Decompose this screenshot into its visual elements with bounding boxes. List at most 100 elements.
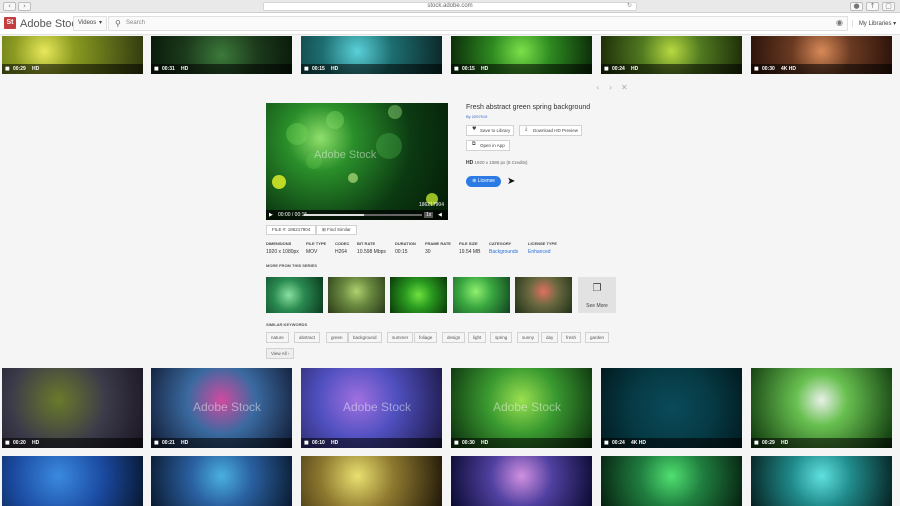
back-icon[interactable]: ‹ (3, 2, 16, 11)
keyword-tag[interactable]: foliage (414, 332, 438, 343)
meta-label: LICENSE TYPE (528, 241, 557, 246)
keyword-tag[interactable]: garden (585, 332, 610, 343)
thumbnail-info-bar: ■ 00:30 HD (451, 438, 592, 448)
quality-badge: HD (331, 440, 339, 446)
video-thumbnail[interactable]: Adobe Stock ■ 00:10 HD (301, 368, 442, 448)
previous-icon[interactable]: ‹ (596, 83, 599, 92)
keyword-tag[interactable]: background (348, 332, 382, 343)
video-thumbnail[interactable]: Adobe Stock ■ 00:21 HD (151, 368, 292, 448)
url-text: stock.adobe.com (427, 3, 473, 9)
video-thumbnail[interactable]: ■ 00:29 HD (2, 36, 143, 74)
keyword-tag[interactable]: spring (490, 332, 513, 343)
adobe-stock-logo[interactable]: St (4, 17, 16, 29)
meta-value: 19.54 MB (459, 249, 481, 255)
series-thumbnail[interactable] (515, 277, 572, 313)
open-in-app-button[interactable]: ⧉ Open in App (466, 140, 510, 151)
keyword-tag[interactable]: summer (387, 332, 414, 343)
video-thumbnail[interactable]: ■ 00:24 4K HD (601, 368, 742, 448)
video-controls: ▶ 00:00 / 00:15 1x ◀ (266, 210, 448, 220)
video-thumbnail[interactable]: Adobe Stock ■ 00:30 HD (451, 368, 592, 448)
video-camera-icon: ■ (754, 440, 759, 446)
next-icon[interactable]: › (609, 83, 612, 92)
adobe-stock-watermark: Adobe Stock (343, 400, 412, 414)
keyword-tag[interactable]: green (326, 332, 348, 343)
reload-icon[interactable]: ↻ (627, 3, 632, 10)
video-thumbnail[interactable] (601, 456, 742, 506)
see-more-label: See More (586, 303, 608, 309)
quality-button[interactable]: 1x (424, 212, 434, 218)
video-thumbnail[interactable]: ■ 00:30 4K HD (751, 36, 892, 74)
meta-value[interactable]: Enhanced (528, 249, 557, 255)
download-preview-button[interactable]: ⤓ Download HD Preview (519, 125, 582, 136)
keywords-heading: SIMILAR KEYWORDS (266, 322, 308, 327)
forward-icon[interactable]: › (18, 2, 31, 11)
video-preview[interactable]: Adobe Stock 186217904 ▶ 00:00 / 00:15 1x… (266, 103, 448, 220)
quality-badge: HD (331, 66, 339, 72)
video-thumbnail[interactable] (2, 456, 143, 506)
video-thumbnail[interactable] (451, 456, 592, 506)
meta-file-size: FILE SIZE 19.54 MB (459, 241, 480, 255)
video-duration: 00:24 (612, 440, 625, 446)
search-placeholder: Search (126, 20, 146, 26)
video-thumbnail[interactable] (751, 456, 892, 506)
video-thumbnail[interactable]: ■ 00:15 HD (301, 36, 442, 74)
keyword-tag[interactable]: abstract (294, 332, 321, 343)
keyword-tag[interactable]: nature (266, 332, 289, 343)
save-to-library-button[interactable]: ♥ Save to Library (466, 125, 514, 136)
view-all-keywords-button[interactable]: View All › (266, 348, 295, 359)
address-bar[interactable]: stock.adobe.com ↻ (263, 2, 637, 11)
site-header: St Adobe Stock Videos ▾ ⚲ Search ◉ My Lib… (0, 13, 900, 35)
camera-icon[interactable]: ◉ (836, 18, 843, 27)
video-thumbnail[interactable]: ■ 00:20 HD (2, 368, 143, 448)
find-similar-button[interactable]: ⊞ Find Similar (316, 225, 357, 235)
share-icon[interactable]: ↑ (866, 2, 879, 11)
keyword-tag[interactable]: fresh (561, 332, 582, 343)
series-thumbnail[interactable] (390, 277, 447, 313)
my-libraries-button[interactable]: My Libraries ▾ (852, 20, 900, 27)
category-select[interactable]: Videos ▾ (73, 16, 107, 31)
license-label: License (477, 178, 495, 184)
volume-icon[interactable]: ◀ (438, 212, 442, 218)
tabs-icon[interactable]: ▢ (882, 2, 895, 11)
meta-value[interactable]: Backgrounds (489, 249, 518, 255)
save-label: Save to Library (480, 128, 511, 133)
video-camera-icon: ■ (454, 440, 459, 446)
hd-label: HD (466, 160, 474, 166)
meta-label: FILE SIZE (459, 241, 478, 246)
keyword-tag[interactable]: light (468, 332, 487, 343)
video-thumbnail[interactable]: ■ 00:24 HD (601, 36, 742, 74)
search-input[interactable]: ⚲ Search ◉ (108, 16, 848, 31)
video-scrubber[interactable] (304, 214, 422, 216)
meta-value: H264 (335, 249, 347, 255)
contributor-link[interactable]: By 2097919 (466, 114, 487, 119)
keyword-tag[interactable]: design (442, 332, 466, 343)
video-id-watermark: 186217904 (418, 202, 444, 208)
open-label: Open in App (480, 143, 505, 148)
meta-license-type[interactable]: LICENSE TYPE Enhanced (528, 241, 557, 255)
series-heading: MORE FROM THIS SERIES (266, 263, 317, 268)
keyword-tag[interactable]: sunny (517, 332, 540, 343)
video-thumbnail[interactable] (301, 456, 442, 506)
video-camera-icon: ■ (304, 440, 309, 446)
close-icon[interactable]: ✕ (621, 83, 628, 92)
video-camera-icon: ■ (604, 440, 609, 446)
thumbnail-info-bar: ■ 00:10 HD (301, 438, 442, 448)
meta-category[interactable]: CATEGORY Backgrounds (489, 241, 518, 255)
see-more-button[interactable]: ❐ See More (578, 277, 616, 313)
video-thumbnail[interactable] (151, 456, 292, 506)
video-duration: 00:15 (312, 66, 325, 72)
keyword-tag[interactable]: day (541, 332, 559, 343)
category-value: Videos (78, 20, 97, 26)
license-button[interactable]: ⊕ License (466, 176, 501, 187)
video-thumbnail[interactable]: ■ 00:29 HD (751, 368, 892, 448)
video-thumbnail[interactable]: ■ 00:15 HD (451, 36, 592, 74)
extension-icon[interactable]: ● (850, 2, 863, 11)
video-thumbnail[interactable]: ■ 00:31 HD (151, 36, 292, 74)
video-duration: 00:10 (312, 440, 325, 446)
thumbnail-info-bar: ■ 00:20 HD (2, 438, 143, 448)
series-thumbnail[interactable] (266, 277, 323, 313)
series-thumbnail[interactable] (453, 277, 510, 313)
quality-badge: HD (781, 440, 789, 446)
play-icon[interactable]: ▶ (269, 212, 273, 218)
series-thumbnail[interactable] (328, 277, 385, 313)
